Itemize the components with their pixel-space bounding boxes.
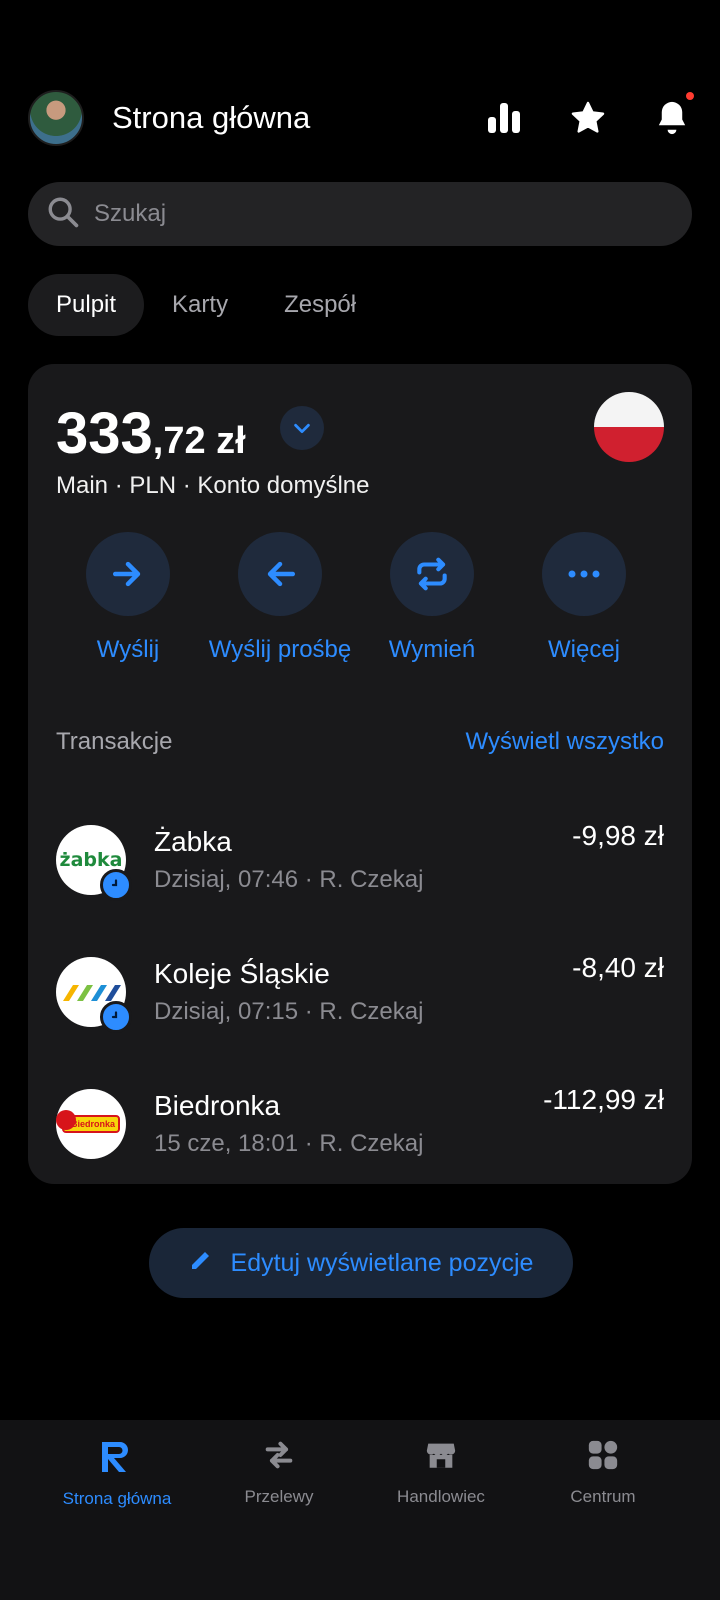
transaction-amount: -8,40 zł: [572, 952, 664, 983]
zabka-logo: żabka: [56, 825, 132, 901]
transfer-icon: [261, 1438, 297, 1477]
nav-label: Strona główna: [62, 1489, 172, 1508]
store-icon: [423, 1438, 459, 1477]
analytics-icon[interactable]: [484, 98, 524, 138]
arrow-right-icon: [86, 532, 170, 616]
star-icon[interactable]: [568, 98, 608, 138]
balance-decimal: ,72 zł: [152, 420, 246, 462]
grid-icon: [586, 1438, 620, 1477]
exchange-label: Wymień: [388, 636, 476, 663]
nav-home[interactable]: Strona główna: [36, 1420, 198, 1600]
edit-widgets-label: Edytuj wyświetlane pozycje: [230, 1248, 534, 1277]
transaction-row[interactable]: żabka Żabka Dzisiaj, 07:46 · R. Czekaj -…: [56, 794, 664, 926]
send-button[interactable]: Wyślij: [52, 532, 204, 666]
nav-merchant[interactable]: Handlowiec: [360, 1420, 522, 1600]
poland-flag-icon[interactable]: [594, 392, 664, 462]
search-bar[interactable]: [28, 182, 692, 246]
balance-main: 333: [56, 401, 153, 466]
bottom-nav: Strona główna Przelewy Handlowiec Centru…: [0, 1420, 720, 1600]
more-label: Więcej: [547, 636, 620, 663]
pencil-icon: [189, 1248, 213, 1279]
transaction-row[interactable]: Biedronka Biedronka 15 cze, 18:01 · R. C…: [56, 1058, 664, 1190]
request-button[interactable]: Wyślij prośbę: [204, 532, 356, 666]
transaction-row[interactable]: Koleje Śląskie Dzisiaj, 07:15 · R. Czeka…: [56, 926, 664, 1058]
more-button[interactable]: Więcej: [508, 532, 660, 666]
arrow-left-icon: [238, 532, 322, 616]
tab-karty[interactable]: Karty: [144, 274, 256, 336]
transaction-list: żabka Żabka Dzisiaj, 07:46 · R. Czekaj -…: [56, 794, 664, 1190]
nav-hub[interactable]: Centrum: [522, 1420, 684, 1600]
tab-zespol[interactable]: Zespół: [256, 274, 384, 336]
bell-icon[interactable]: [652, 92, 694, 138]
more-icon: [542, 532, 626, 616]
nav-label: Przelewy: [244, 1487, 314, 1506]
transaction-amount: -9,98 zł: [572, 820, 664, 851]
exchange-button[interactable]: Wymień: [356, 532, 508, 666]
view-all-link[interactable]: Wyświetl wszystko: [466, 728, 664, 756]
account-details: Main · PLN · Konto domyślne: [56, 472, 370, 499]
search-icon: [46, 195, 80, 234]
nav-label: Handlowiec: [397, 1487, 485, 1506]
transactions-title: Transakcje: [56, 728, 173, 755]
balance[interactable]: 333 ,72 zł: [56, 400, 324, 467]
tab-bar: Pulpit Karty Zespół: [28, 274, 384, 336]
send-label: Wyślij: [96, 636, 160, 663]
avatar[interactable]: [28, 90, 84, 146]
transaction-meta: Dzisiaj, 07:46 · R. Czekaj: [154, 866, 424, 893]
revolut-r-icon: [102, 1438, 132, 1479]
exchange-icon: [390, 532, 474, 616]
nav-label: Centrum: [570, 1487, 636, 1506]
account-card: 333 ,72 zł Main · PLN · Konto domyślne W…: [28, 364, 692, 1184]
quick-actions: Wyślij Wyślij prośbę Wymień Więcej: [28, 532, 692, 666]
top-header: Strona główna: [28, 88, 694, 148]
biedronka-logo: Biedronka: [56, 1089, 126, 1159]
edit-widgets-button[interactable]: Edytuj wyświetlane pozycje: [149, 1228, 573, 1298]
search-input[interactable]: [94, 200, 614, 228]
nav-transfers[interactable]: Przelewy: [198, 1420, 360, 1600]
notification-dot: [686, 92, 694, 100]
transactions-header: Transakcje Wyświetl wszystko: [56, 728, 664, 756]
transaction-amount: -112,99 zł: [543, 1084, 664, 1115]
clock-icon: [100, 1001, 132, 1033]
clock-icon: [100, 869, 132, 901]
transaction-meta: 15 cze, 18:01 · R. Czekaj: [154, 1130, 424, 1157]
tab-pulpit[interactable]: Pulpit: [28, 274, 145, 336]
koleje-slaskie-logo: [56, 957, 132, 1033]
request-label: Wyślij prośbę: [208, 636, 352, 663]
chevron-down-icon[interactable]: [280, 406, 324, 450]
page-title: Strona główna: [112, 100, 311, 135]
transaction-meta: Dzisiaj, 07:15 · R. Czekaj: [154, 998, 424, 1025]
